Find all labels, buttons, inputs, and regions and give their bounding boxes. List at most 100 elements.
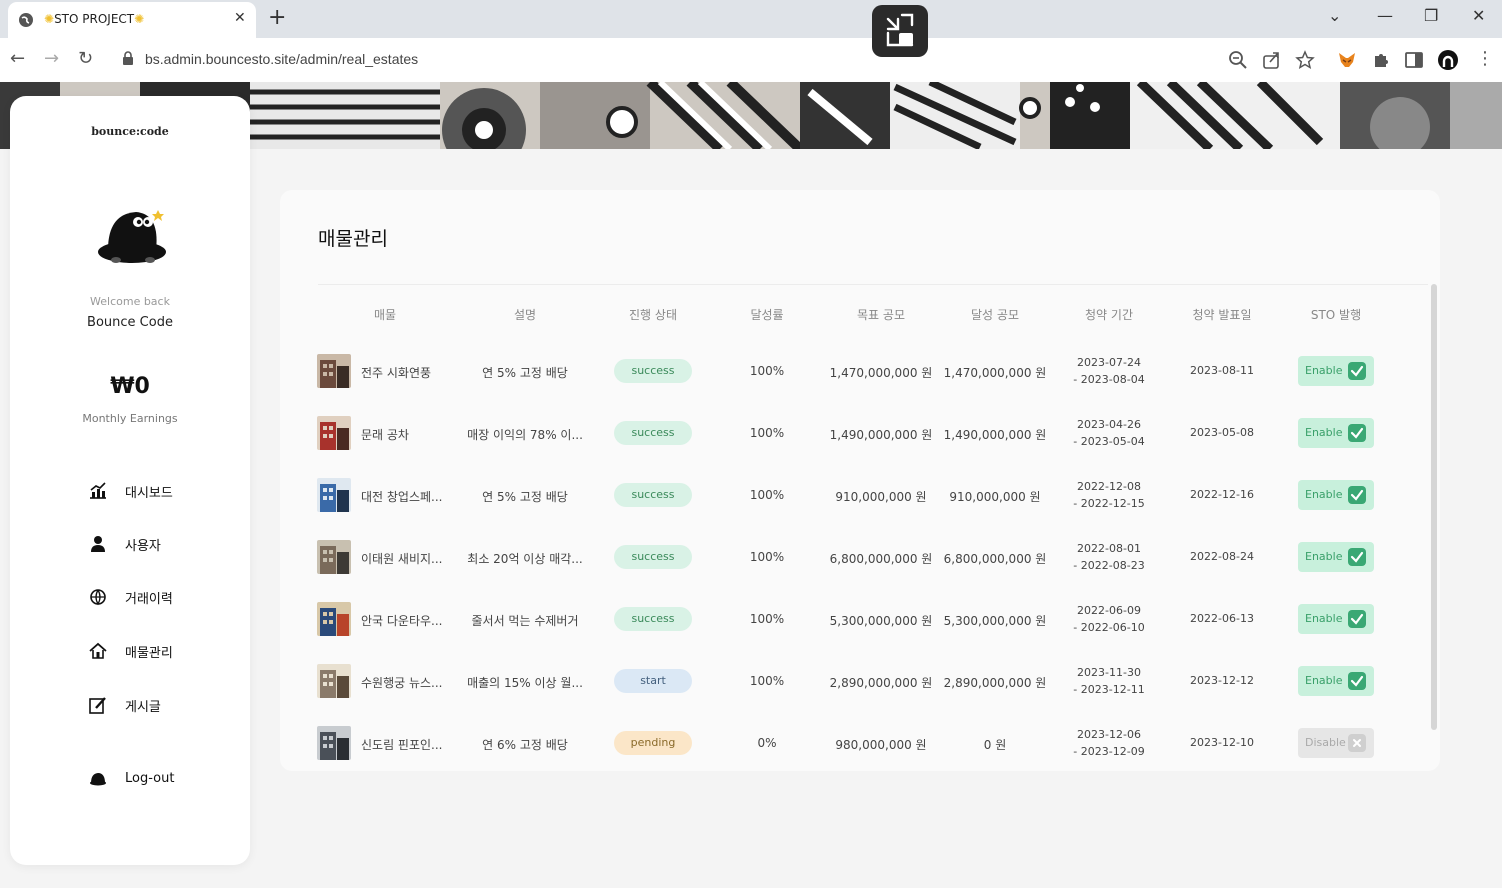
column-header-target-offering[interactable]: 목표 공모 xyxy=(857,306,905,323)
subscription-period: 2023-11-30 - 2023-12-11 xyxy=(1073,664,1144,698)
property-thumbnail-image xyxy=(317,540,351,574)
subscription-period: 2023-07-24 - 2023-08-04 xyxy=(1073,354,1144,388)
property-name[interactable]: 이태원 새비지... xyxy=(361,550,443,567)
mole-mascot-icon xyxy=(98,210,166,263)
zoom-icon[interactable] xyxy=(1228,50,1248,70)
page-title: 매물관리 xyxy=(318,228,388,250)
property-management-card: 매물관리 매물 설명 진행 상태 달성률 목표 공모 달성 공모 청약 기간 청… xyxy=(280,190,1440,771)
table-row[interactable]: 문래 공차 매장 이익의 78% 이... success 100% 1,490,000… xyxy=(280,402,1440,464)
subscription-period: 2023-04-26 - 2023-05-04 xyxy=(1073,416,1144,450)
brand-logo[interactable]: bounce:code xyxy=(10,125,250,138)
check-icon xyxy=(1348,548,1366,566)
profile-avatar-icon[interactable] xyxy=(1437,49,1459,71)
sidebar-item-dashboard[interactable]: 대시보드 xyxy=(88,478,173,504)
status-badge: success xyxy=(614,483,692,507)
property-name[interactable]: 문래 공차 xyxy=(361,426,409,443)
column-header-description[interactable]: 설명 xyxy=(514,306,536,323)
column-header-announcement-date[interactable]: 청약 발표일 xyxy=(1192,306,1251,323)
sto-toggle-button[interactable]: Enable xyxy=(1298,604,1374,634)
property-name[interactable]: 신도림 핀포인... xyxy=(361,736,443,753)
property-name[interactable]: 전주 시화연풍 xyxy=(361,364,431,381)
welcome-text: Welcome back xyxy=(90,295,170,308)
sto-toggle-button[interactable]: Disable xyxy=(1298,728,1374,758)
period-end: - 2023-12-09 xyxy=(1073,745,1145,758)
achievement-rate: 100% xyxy=(749,364,785,378)
x-icon xyxy=(1348,734,1366,752)
table-row[interactable]: 전주 시화연풍 연 5% 고정 배당 success 100% 1,470,000,00… xyxy=(280,340,1440,402)
period-end: - 2023-05-04 xyxy=(1073,435,1145,448)
period-start: 2022-06-09 xyxy=(1077,604,1141,617)
sto-toggle-button[interactable]: Enable xyxy=(1298,666,1374,696)
browser-tab-bar: ✺STO PROJECT✺ ✕ + ⌄ — ❐ ✕ xyxy=(0,0,1502,38)
tab-title: ✺STO PROJECT✺ xyxy=(44,12,145,26)
url-field[interactable]: bs.admin.bouncesto.site/admin/real_estat… xyxy=(110,44,1215,74)
reload-icon[interactable]: ↻ xyxy=(78,48,93,69)
sto-toggle-label: Disable xyxy=(1305,736,1346,749)
forward-icon[interactable]: → xyxy=(44,48,59,69)
exit-fullscreen-icon[interactable] xyxy=(872,5,928,57)
globe-icon xyxy=(90,589,106,606)
announcement-date: 2023-12-12 xyxy=(1190,674,1254,687)
metamask-icon[interactable] xyxy=(1337,50,1357,70)
tab-search-icon[interactable]: ⌄ xyxy=(1328,6,1341,25)
property-name[interactable]: 수원행궁 뉴스... xyxy=(361,674,443,691)
period-start: 2023-11-30 xyxy=(1077,666,1141,679)
side-panel-icon[interactable] xyxy=(1404,50,1424,70)
browser-menu-icon[interactable]: ⋮ xyxy=(1476,48,1494,69)
column-header-achieved-offering[interactable]: 달성 공모 xyxy=(971,306,1019,323)
window-close-icon[interactable]: ✕ xyxy=(1472,6,1485,25)
tab-close-icon[interactable]: ✕ xyxy=(234,10,246,26)
property-description: 연 6% 고정 배당 xyxy=(482,738,568,752)
back-icon[interactable]: ← xyxy=(10,48,25,69)
column-header-subscription-period[interactable]: 청약 기간 xyxy=(1085,306,1133,323)
table-row[interactable]: 수원행궁 뉴스... 매출의 15% 이상 월... start 100% 2,890,… xyxy=(280,650,1440,712)
property-thumbnail-image xyxy=(317,478,351,512)
target-offering-amount: 5,300,000,000 원 xyxy=(829,614,933,628)
target-offering-amount: 910,000,000 원 xyxy=(835,490,927,504)
table-row[interactable]: 이태원 새비지... 최소 20억 이상 매각... success 100% 6,80… xyxy=(280,526,1440,588)
column-header-property[interactable]: 매물 xyxy=(374,306,396,323)
column-header-sto-issuance[interactable]: STO 발행 xyxy=(1311,306,1361,323)
sidebar-item-label: 게시글 xyxy=(125,699,161,715)
column-header-achievement-rate[interactable]: 달성률 xyxy=(750,306,783,323)
property-description: 매장 이익의 78% 이... xyxy=(467,428,583,442)
table-row[interactable]: 신도림 핀포인... 연 6% 고정 배당 pending 0% 980,000,000… xyxy=(280,712,1440,774)
achievement-rate: 100% xyxy=(749,550,785,564)
achievement-rate: 100% xyxy=(749,674,785,688)
browser-tab[interactable]: ✺STO PROJECT✺ ✕ xyxy=(8,2,256,38)
sidebar-item-label: 대시보드 xyxy=(125,485,173,501)
column-header-status[interactable]: 진행 상태 xyxy=(629,306,677,323)
sto-toggle-button[interactable]: Enable xyxy=(1298,542,1374,572)
table-row[interactable]: 안국 다운타우... 줄서서 먹는 수제버거 success 100% 5,300,00… xyxy=(280,588,1440,650)
table-row[interactable]: 대전 창업스페... 연 5% 고정 배당 success 100% 910,000,0… xyxy=(280,464,1440,526)
period-start: 2023-07-24 xyxy=(1077,356,1141,369)
sidebar-item-users[interactable]: 사용자 xyxy=(88,531,161,557)
sto-toggle-button[interactable]: Enable xyxy=(1298,356,1374,386)
achieved-offering-amount: 910,000,000 원 xyxy=(949,490,1041,504)
restore-icon[interactable]: ❐ xyxy=(1424,6,1438,25)
sidebar-item-transactions[interactable]: 거래이력 xyxy=(88,584,173,610)
achieved-offering-amount: 6,800,000,000 원 xyxy=(943,552,1047,566)
sidebar-item-properties[interactable]: 매물관리 xyxy=(88,638,173,664)
property-name[interactable]: 안국 다운타우... xyxy=(361,612,443,629)
sidebar-item-label: 매물관리 xyxy=(125,645,173,661)
sto-toggle-button[interactable]: Enable xyxy=(1298,480,1374,510)
minimize-icon[interactable]: — xyxy=(1377,6,1393,25)
bookmark-star-icon[interactable] xyxy=(1295,50,1315,70)
sidebar-item-posts[interactable]: 게시글 xyxy=(88,692,161,718)
property-thumbnail-image xyxy=(317,664,351,698)
achieved-offering-amount: 2,890,000,000 원 xyxy=(943,676,1047,690)
sto-toggle-button[interactable]: Enable xyxy=(1298,418,1374,448)
property-name[interactable]: 대전 창업스페... xyxy=(361,488,443,505)
logout-button[interactable]: Log-out xyxy=(88,765,174,791)
table-scrollbar[interactable] xyxy=(1431,284,1437,730)
subscription-period: 2022-12-08 - 2022-12-15 xyxy=(1073,478,1144,512)
target-offering-amount: 980,000,000 원 xyxy=(835,738,927,752)
property-description: 매출의 15% 이상 월... xyxy=(467,676,583,690)
check-icon xyxy=(1348,486,1366,504)
extensions-puzzle-icon[interactable] xyxy=(1371,50,1391,70)
period-end: - 2022-12-15 xyxy=(1073,497,1145,510)
share-icon[interactable] xyxy=(1262,50,1282,70)
achieved-offering-amount: 1,490,000,000 원 xyxy=(943,428,1047,442)
new-tab-icon[interactable]: + xyxy=(268,5,286,30)
